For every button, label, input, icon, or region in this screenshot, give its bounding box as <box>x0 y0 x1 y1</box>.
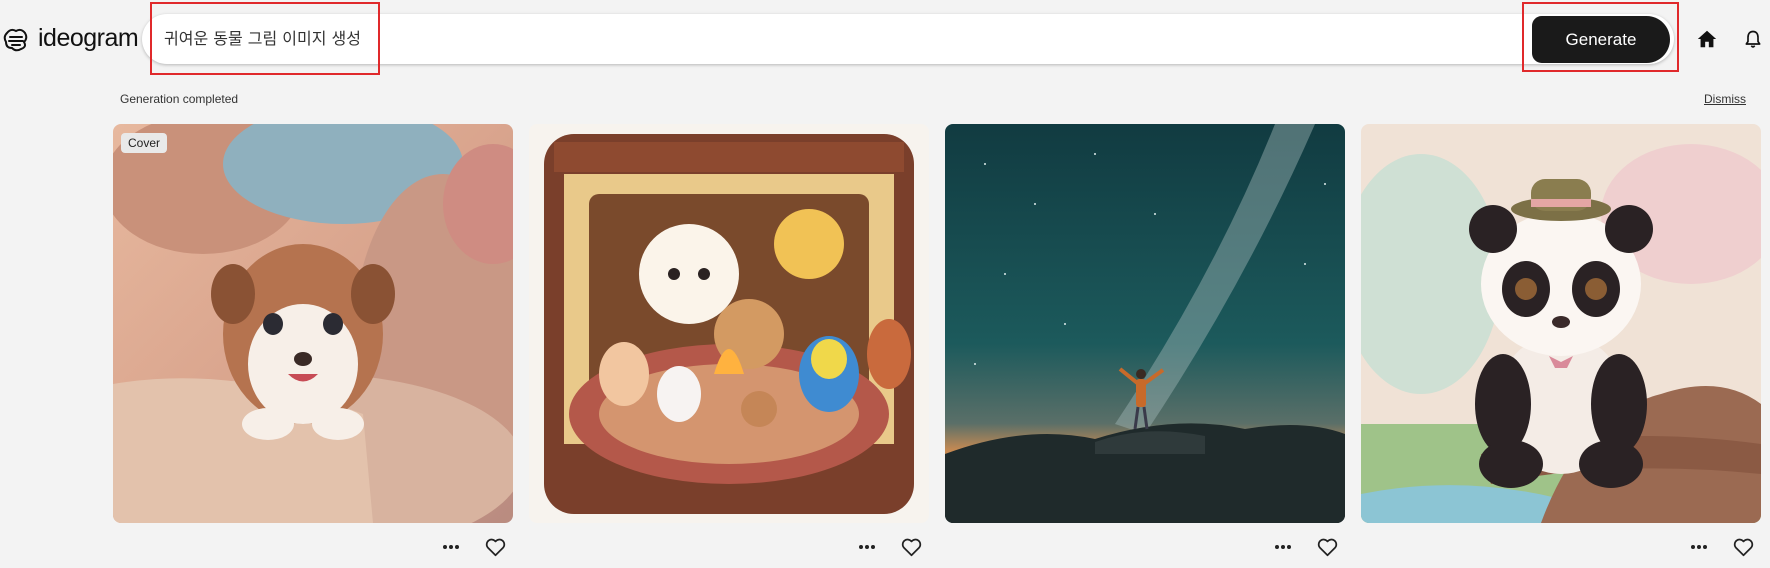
more-button[interactable] <box>1272 536 1294 558</box>
more-button[interactable] <box>440 536 462 558</box>
image-card-2[interactable] <box>529 124 929 523</box>
heart-icon <box>1317 538 1337 556</box>
more-button[interactable] <box>856 536 878 558</box>
more-icon <box>1691 545 1707 549</box>
logo[interactable]: ideogram <box>2 24 139 53</box>
dismiss-link[interactable]: Dismiss <box>1704 92 1746 106</box>
card-1-actions <box>440 536 506 558</box>
home-button[interactable] <box>1694 26 1720 52</box>
like-button[interactable] <box>900 536 922 558</box>
more-button[interactable] <box>1688 536 1710 558</box>
home-icon <box>1697 30 1717 48</box>
heart-icon <box>485 538 505 556</box>
app-name: ideogram <box>38 24 139 52</box>
card-3-actions <box>1272 536 1338 558</box>
like-button[interactable] <box>484 536 506 558</box>
generated-image-panda <box>1361 124 1761 523</box>
generated-image-milky-way <box>945 124 1345 523</box>
cover-badge: Cover <box>121 133 168 153</box>
card-2-actions <box>856 536 922 558</box>
image-card-3[interactable] <box>945 124 1345 523</box>
like-button[interactable] <box>1732 536 1754 558</box>
more-icon <box>859 545 875 549</box>
heart-icon <box>1733 538 1753 556</box>
notifications-button[interactable] <box>1740 26 1766 52</box>
highlight-box-prompt <box>150 2 380 75</box>
generation-status: Generation completed <box>120 92 239 106</box>
heart-icon <box>901 538 921 556</box>
more-icon <box>443 545 459 549</box>
image-card-1[interactable]: Cover <box>113 124 513 523</box>
highlight-box-generate <box>1522 2 1679 72</box>
more-icon <box>1275 545 1291 549</box>
logo-icon <box>3 28 28 51</box>
bell-icon <box>1745 30 1761 48</box>
generated-image-puppy <box>113 124 513 523</box>
generated-image-fireplace <box>529 124 929 523</box>
image-card-4[interactable] <box>1361 124 1761 523</box>
card-4-actions <box>1688 536 1754 558</box>
like-button[interactable] <box>1316 536 1338 558</box>
